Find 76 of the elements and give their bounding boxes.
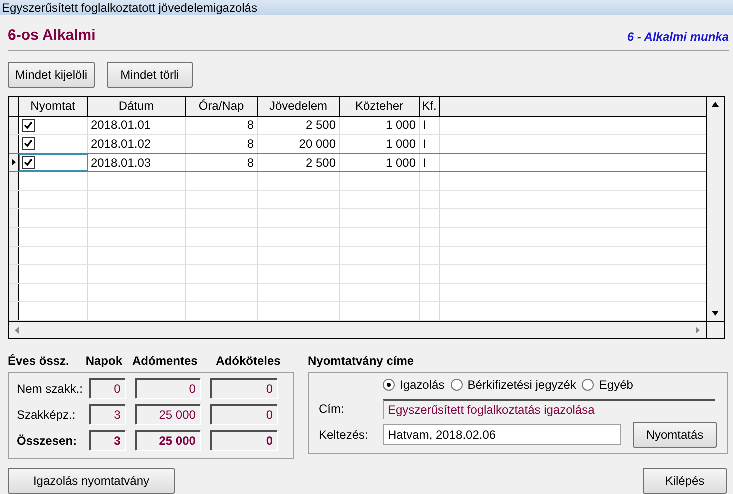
table-row[interactable]: 2018.01.01 8 2 500 1 000 I xyxy=(9,116,706,136)
table-cell: 2018.01.02 xyxy=(88,135,186,153)
row-selector[interactable] xyxy=(9,209,19,228)
table-row[interactable]: 2018.01.02 8 20 000 1 000 I xyxy=(9,135,706,154)
summary-value: 0 xyxy=(88,378,126,399)
summary-value: 0 xyxy=(210,378,278,399)
table-cell: I xyxy=(420,135,440,153)
summary-label: Szakképz.: xyxy=(17,408,77,422)
table-cell: 8 xyxy=(186,135,258,153)
row-selector[interactable] xyxy=(9,265,19,283)
select-all-button[interactable]: Mindet kijelöli xyxy=(8,62,95,88)
summary-value: 0 xyxy=(210,430,278,451)
summary-label: Összesen: xyxy=(17,434,78,448)
title-label: Cím: xyxy=(319,402,346,416)
table-cell: 2018.01.01 xyxy=(88,116,186,134)
table-cell: 20 000 xyxy=(258,135,340,153)
print-button[interactable]: Nyomtatás xyxy=(633,422,717,448)
radio-dot-icon[interactable] xyxy=(582,379,594,391)
table-cell: 8 xyxy=(186,116,258,134)
summary-value: 25 000 xyxy=(134,404,201,425)
table-cell: 8 xyxy=(186,154,258,172)
column-header[interactable]: Dátum xyxy=(88,97,186,116)
column-header[interactable]: Kf. xyxy=(420,97,440,116)
row-selector[interactable] xyxy=(9,246,19,264)
column-header[interactable]: Jövedelem xyxy=(258,97,340,116)
form-type-radio[interactable]: Egyéb xyxy=(582,378,634,392)
summary-header: Éves össz. xyxy=(8,354,70,368)
row-selector[interactable] xyxy=(9,172,19,190)
summary-value: 3 xyxy=(88,430,126,451)
title-field[interactable]: Egyszerűsített foglalkoztatás igazolása xyxy=(383,398,715,418)
summary-header: Adómentes xyxy=(132,354,199,368)
print-checkbox[interactable] xyxy=(22,156,35,169)
table-cell: I xyxy=(420,116,440,134)
summary-value: 0 xyxy=(210,404,278,425)
vertical-scrollbar[interactable] xyxy=(707,97,724,321)
column-header[interactable]: Nyomtat xyxy=(19,97,88,116)
form-subtitle: 6 - Alkalmi munka xyxy=(627,30,729,44)
summary-header: Adóköteles xyxy=(216,354,282,368)
summary-header: Napok xyxy=(86,354,124,368)
row-selector[interactable] xyxy=(9,302,19,320)
summary-value: 0 xyxy=(134,378,201,399)
horizontal-scrollbar[interactable] xyxy=(9,321,707,338)
table-cell: 2018.01.03 xyxy=(88,154,186,172)
table-row[interactable]: 2018.01.03 8 2 500 1 000 I xyxy=(9,152,706,172)
table-cell: 1 000 xyxy=(340,116,420,134)
column-header[interactable]: Óra/Nap xyxy=(186,97,258,116)
print-checkbox[interactable] xyxy=(22,137,35,150)
date-field[interactable]: Hatvam, 2018.02.06 xyxy=(383,424,621,445)
current-row-icon xyxy=(12,159,16,166)
print-section-title: Nyomtatvány címe xyxy=(308,354,414,368)
form-type-radio[interactable]: Bérkifizetési jegyzék xyxy=(450,378,576,392)
row-selector[interactable] xyxy=(9,135,19,153)
radio-dot-icon[interactable] xyxy=(450,379,463,391)
print-form-button[interactable]: Igazolás nyomtatvány xyxy=(8,468,175,494)
print-checkbox[interactable] xyxy=(22,118,35,132)
window-title: Egyszerűsített foglalkoztatott jövedelemigazolás xyxy=(0,0,733,15)
table-cell: 1 000 xyxy=(340,135,420,153)
form-type-radio[interactable]: Igazolás xyxy=(383,378,445,392)
form-title: 6-os Alkalmi xyxy=(8,27,96,44)
row-selector[interactable] xyxy=(9,116,19,134)
radio-dot-icon[interactable] xyxy=(383,379,395,391)
table-cell: 2 500 xyxy=(258,154,340,172)
date-label: Keltezés: xyxy=(319,428,370,442)
summary-value: 25 000 xyxy=(134,430,201,451)
table-cell: 1 000 xyxy=(340,154,420,172)
summary-label: Nem szakk.: xyxy=(17,382,84,396)
clear-all-button[interactable]: Mindet törli xyxy=(107,62,193,88)
exit-button[interactable]: Kilépés xyxy=(643,468,727,494)
row-selector[interactable] xyxy=(9,190,19,208)
row-selector[interactable] xyxy=(9,154,19,172)
summary-value: 3 xyxy=(88,404,126,425)
row-selector[interactable] xyxy=(9,284,19,302)
table-cell: I xyxy=(420,154,440,172)
row-selector[interactable] xyxy=(9,228,19,246)
table-cell: 2 500 xyxy=(258,116,340,134)
column-header[interactable]: Közteher xyxy=(340,97,420,116)
